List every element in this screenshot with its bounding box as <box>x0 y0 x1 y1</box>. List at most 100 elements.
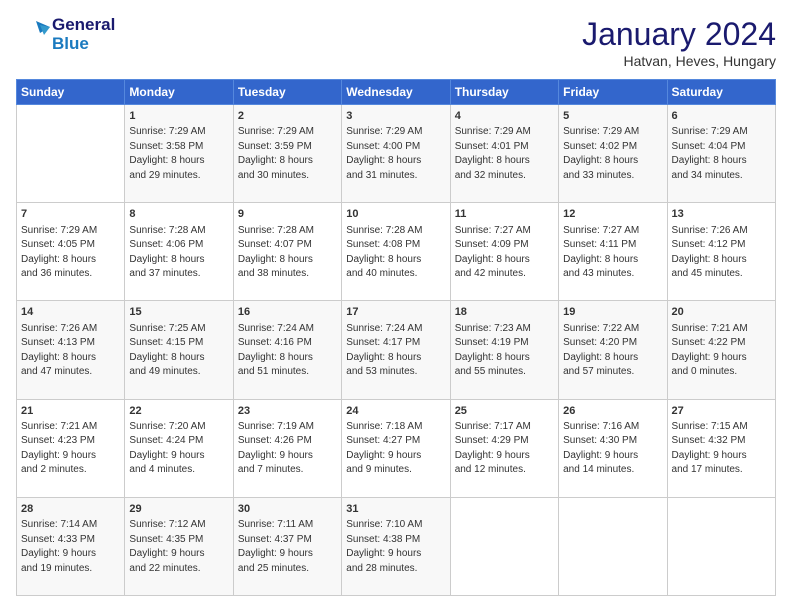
cell-1-6: 13 Sunrise: 7:26 AM Sunset: 4:12 PM Dayli… <box>667 203 775 301</box>
date-21: 21 <box>21 404 120 419</box>
date-22: 22 <box>129 404 228 419</box>
date-19: 19 <box>563 305 662 320</box>
date-28: 28 <box>21 502 120 517</box>
week-row-5: 28Sunrise: 7:14 AM Sunset: 4:33 PM Dayli… <box>17 497 776 595</box>
cell-2-3: 17 Sunrise: 7:24 AM Sunset: 4:17 PM Dayli… <box>342 301 450 399</box>
cell-4-5 <box>559 497 667 595</box>
date-17: 17 <box>346 305 445 320</box>
date-14: 14 <box>21 305 120 320</box>
header-thursday: Thursday <box>450 80 558 105</box>
header-tuesday: Tuesday <box>233 80 341 105</box>
cell-content-4-2: Sunrise: 7:11 AM Sunset: 4:37 PM Dayligh… <box>238 518 337 576</box>
cell-0-6: 6Sunrise: 7:29 AM Sunset: 4:04 PM Daylig… <box>667 105 775 203</box>
week-row-4: 21Sunrise: 7:21 AM Sunset: 4:23 PM Dayli… <box>17 399 776 497</box>
logo-blue: Blue <box>52 35 115 54</box>
cell-content-1-3: Sunrise: 7:28 AM Sunset: 4:08 PM Dayligh… <box>346 224 445 282</box>
cell-4-1: 29Sunrise: 7:12 AM Sunset: 4:35 PM Dayli… <box>125 497 233 595</box>
cell-4-6 <box>667 497 775 595</box>
header-monday: Monday <box>125 80 233 105</box>
date-12: 12 <box>563 207 662 222</box>
cell-content-0-2: Sunrise: 7:29 AM Sunset: 3:59 PM Dayligh… <box>238 125 337 183</box>
cell-3-6: 27Sunrise: 7:15 AM Sunset: 4:32 PM Dayli… <box>667 399 775 497</box>
cell-1-3: 10 Sunrise: 7:28 AM Sunset: 4:08 PM Dayli… <box>342 203 450 301</box>
date-11: 11 <box>455 207 554 222</box>
cell-1-4: 11Sunrise: 7:27 AM Sunset: 4:09 PM Dayli… <box>450 203 558 301</box>
cell-3-1: 22Sunrise: 7:20 AM Sunset: 4:24 PM Dayli… <box>125 399 233 497</box>
cell-2-1: 15Sunrise: 7:25 AM Sunset: 4:15 PM Dayli… <box>125 301 233 399</box>
calendar-table: SundayMondayTuesdayWednesdayThursdayFrid… <box>16 79 776 596</box>
cell-0-1: 1Sunrise: 7:29 AM Sunset: 3:58 PM Daylig… <box>125 105 233 203</box>
cell-0-4: 4Sunrise: 7:29 AM Sunset: 4:01 PM Daylig… <box>450 105 558 203</box>
cell-3-0: 21Sunrise: 7:21 AM Sunset: 4:23 PM Dayli… <box>17 399 125 497</box>
cell-content-3-0: Sunrise: 7:21 AM Sunset: 4:23 PM Dayligh… <box>21 420 120 478</box>
cell-content-2-6: Sunrise: 7:21 AM Sunset: 4:22 PM Dayligh… <box>672 322 771 380</box>
cell-4-4 <box>450 497 558 595</box>
date-2: 2 <box>238 109 337 124</box>
cell-content-4-1: Sunrise: 7:12 AM Sunset: 4:35 PM Dayligh… <box>129 518 228 576</box>
cell-content-2-4: Sunrise: 7:23 AM Sunset: 4:19 PM Dayligh… <box>455 322 554 380</box>
date-13: 13 <box>672 207 771 222</box>
date-16: 16 <box>238 305 337 320</box>
cell-content-0-6: Sunrise: 7:29 AM Sunset: 4:04 PM Dayligh… <box>672 125 771 183</box>
date-3: 3 <box>346 109 445 124</box>
header-saturday: Saturday <box>667 80 775 105</box>
cell-content-1-5: Sunrise: 7:27 AM Sunset: 4:11 PM Dayligh… <box>563 224 662 282</box>
cell-0-0 <box>17 105 125 203</box>
logo-general: General <box>52 16 115 35</box>
cell-2-2: 16 Sunrise: 7:24 AM Sunset: 4:16 PM Dayli… <box>233 301 341 399</box>
cell-content-2-3: Sunrise: 7:24 AM Sunset: 4:17 PM Dayligh… <box>346 322 445 380</box>
date-24: 24 <box>346 404 445 419</box>
header-sunday: Sunday <box>17 80 125 105</box>
date-30: 30 <box>238 502 337 517</box>
cell-content-0-5: Sunrise: 7:29 AM Sunset: 4:02 PM Dayligh… <box>563 125 662 183</box>
cell-content-0-4: Sunrise: 7:29 AM Sunset: 4:01 PM Dayligh… <box>455 125 554 183</box>
date-10: 10 <box>346 207 445 222</box>
date-8: 8 <box>129 207 228 222</box>
month-title: January 2024 <box>582 16 776 53</box>
cell-content-2-0: Sunrise: 7:26 AM Sunset: 4:13 PM Dayligh… <box>21 322 120 380</box>
cell-4-2: 30Sunrise: 7:11 AM Sunset: 4:37 PM Dayli… <box>233 497 341 595</box>
calendar-page: General Blue January 2024 Hatvan, Heves,… <box>0 0 792 612</box>
cell-content-4-3: Sunrise: 7:10 AM Sunset: 4:38 PM Dayligh… <box>346 518 445 576</box>
cell-content-3-2: Sunrise: 7:19 AM Sunset: 4:26 PM Dayligh… <box>238 420 337 478</box>
cell-content-2-2: Sunrise: 7:24 AM Sunset: 4:16 PM Dayligh… <box>238 322 337 380</box>
date-23: 23 <box>238 404 337 419</box>
header-row: SundayMondayTuesdayWednesdayThursdayFrid… <box>17 80 776 105</box>
cell-content-1-0: Sunrise: 7:29 AM Sunset: 4:05 PM Dayligh… <box>21 224 120 282</box>
cell-content-0-1: Sunrise: 7:29 AM Sunset: 3:58 PM Dayligh… <box>129 125 228 183</box>
cell-content-3-5: Sunrise: 7:16 AM Sunset: 4:30 PM Dayligh… <box>563 420 662 478</box>
title-block: January 2024 Hatvan, Heves, Hungary <box>582 16 776 69</box>
cell-2-6: 20Sunrise: 7:21 AM Sunset: 4:22 PM Dayli… <box>667 301 775 399</box>
cell-2-4: 18Sunrise: 7:23 AM Sunset: 4:19 PM Dayli… <box>450 301 558 399</box>
week-row-1: 1Sunrise: 7:29 AM Sunset: 3:58 PM Daylig… <box>17 105 776 203</box>
cell-content-1-1: Sunrise: 7:28 AM Sunset: 4:06 PM Dayligh… <box>129 224 228 282</box>
cell-content-3-3: Sunrise: 7:18 AM Sunset: 4:27 PM Dayligh… <box>346 420 445 478</box>
logo-bird-icon <box>16 17 52 53</box>
cell-2-0: 14 Sunrise: 7:26 AM Sunset: 4:13 PM Dayli… <box>17 301 125 399</box>
cell-4-0: 28Sunrise: 7:14 AM Sunset: 4:33 PM Dayli… <box>17 497 125 595</box>
week-row-3: 14 Sunrise: 7:26 AM Sunset: 4:13 PM Dayli… <box>17 301 776 399</box>
date-4: 4 <box>455 109 554 124</box>
cell-3-3: 24Sunrise: 7:18 AM Sunset: 4:27 PM Dayli… <box>342 399 450 497</box>
cell-content-1-6: Sunrise: 7:26 AM Sunset: 4:12 PM Dayligh… <box>672 224 771 282</box>
cell-4-3: 31Sunrise: 7:10 AM Sunset: 4:38 PM Dayli… <box>342 497 450 595</box>
date-29: 29 <box>129 502 228 517</box>
date-1: 1 <box>129 109 228 124</box>
cell-2-5: 19Sunrise: 7:22 AM Sunset: 4:20 PM Dayli… <box>559 301 667 399</box>
logo: General Blue <box>16 16 115 53</box>
header-wednesday: Wednesday <box>342 80 450 105</box>
header-friday: Friday <box>559 80 667 105</box>
cell-3-2: 23Sunrise: 7:19 AM Sunset: 4:26 PM Dayli… <box>233 399 341 497</box>
date-9: 9 <box>238 207 337 222</box>
date-7: 7 <box>21 207 120 222</box>
cell-content-1-2: Sunrise: 7:28 AM Sunset: 4:07 PM Dayligh… <box>238 224 337 282</box>
date-6: 6 <box>672 109 771 124</box>
cell-1-0: 7 Sunrise: 7:29 AM Sunset: 4:05 PM Daylig… <box>17 203 125 301</box>
date-15: 15 <box>129 305 228 320</box>
subtitle: Hatvan, Heves, Hungary <box>582 53 776 69</box>
cell-0-3: 3Sunrise: 7:29 AM Sunset: 4:00 PM Daylig… <box>342 105 450 203</box>
date-31: 31 <box>346 502 445 517</box>
cell-0-5: 5Sunrise: 7:29 AM Sunset: 4:02 PM Daylig… <box>559 105 667 203</box>
cell-3-5: 26Sunrise: 7:16 AM Sunset: 4:30 PM Dayli… <box>559 399 667 497</box>
date-27: 27 <box>672 404 771 419</box>
